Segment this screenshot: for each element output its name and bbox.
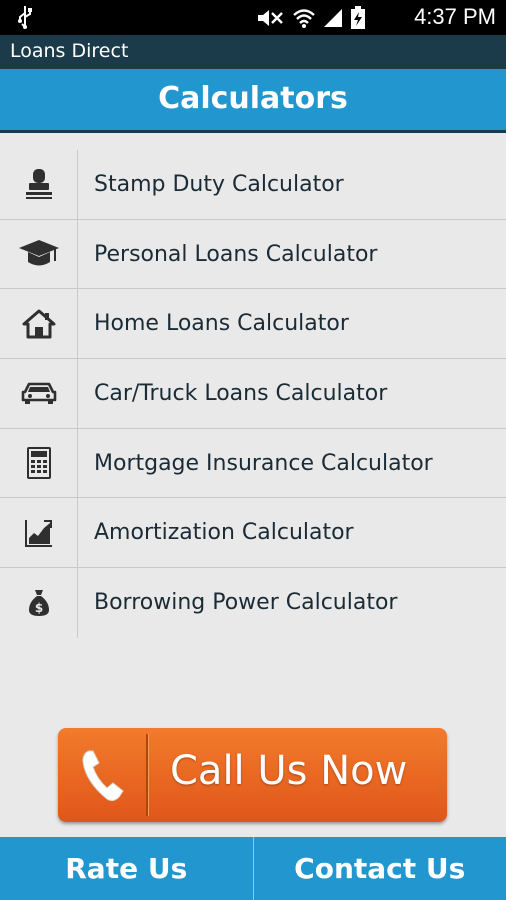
mute-icon [256, 7, 286, 33]
call-us-now-button[interactable]: Call Us Now [58, 728, 447, 822]
calculator-icon [0, 428, 78, 498]
list-item-label: Personal Loans Calculator [94, 241, 378, 267]
list-item-stamp-duty[interactable]: Stamp Duty Calculator [0, 150, 506, 220]
list-item-label: Car/Truck Loans Calculator [94, 380, 388, 406]
calculator-list: Stamp Duty Calculator Personal Loans Cal… [0, 150, 506, 638]
signal-icon [322, 7, 344, 33]
list-item-label: Mortgage Insurance Calculator [94, 450, 433, 476]
list-item-borrowing-power[interactable]: $ Borrowing Power Calculator [0, 568, 506, 638]
house-icon [0, 289, 78, 359]
status-bar: 4:37 PM [0, 0, 506, 35]
list-item-car-truck-loans[interactable]: Car/Truck Loans Calculator [0, 359, 506, 429]
usb-icon [16, 5, 34, 33]
graduation-cap-icon [0, 219, 78, 289]
list-item-amortization[interactable]: Amortization Calculator [0, 498, 506, 569]
chart-icon [0, 498, 78, 568]
status-time: 4:37 PM [414, 4, 496, 29]
call-button-divider [146, 734, 148, 816]
page-title: Calculators [158, 81, 348, 116]
app-title: Loans Direct [10, 40, 129, 62]
battery-charging-icon [350, 6, 366, 34]
svg-text:$: $ [34, 601, 42, 615]
page-header: Calculators [0, 69, 506, 133]
call-button-label: Call Us Now [170, 748, 408, 794]
list-item-label: Amortization Calculator [94, 520, 354, 546]
car-icon [0, 359, 78, 428]
stamp-icon [0, 150, 78, 219]
list-item-home-loans[interactable]: Home Loans Calculator [0, 289, 506, 360]
money-bag-icon: $ [0, 568, 78, 638]
list-item-label: Stamp Duty Calculator [94, 171, 344, 197]
list-item-mortgage-insurance[interactable]: Mortgage Insurance Calculator [0, 428, 506, 499]
wifi-icon [292, 7, 316, 33]
phone-icon [58, 728, 146, 822]
list-item-label: Borrowing Power Calculator [94, 590, 398, 616]
app-title-bar: Loans Direct [0, 35, 506, 69]
contact-us-button[interactable]: Contact Us [254, 837, 506, 900]
list-item-personal-loans[interactable]: Personal Loans Calculator [0, 219, 506, 290]
rate-us-button[interactable]: Rate Us [0, 837, 253, 900]
bottom-bar: Rate Us Contact Us [0, 837, 506, 900]
list-item-label: Home Loans Calculator [94, 311, 349, 337]
